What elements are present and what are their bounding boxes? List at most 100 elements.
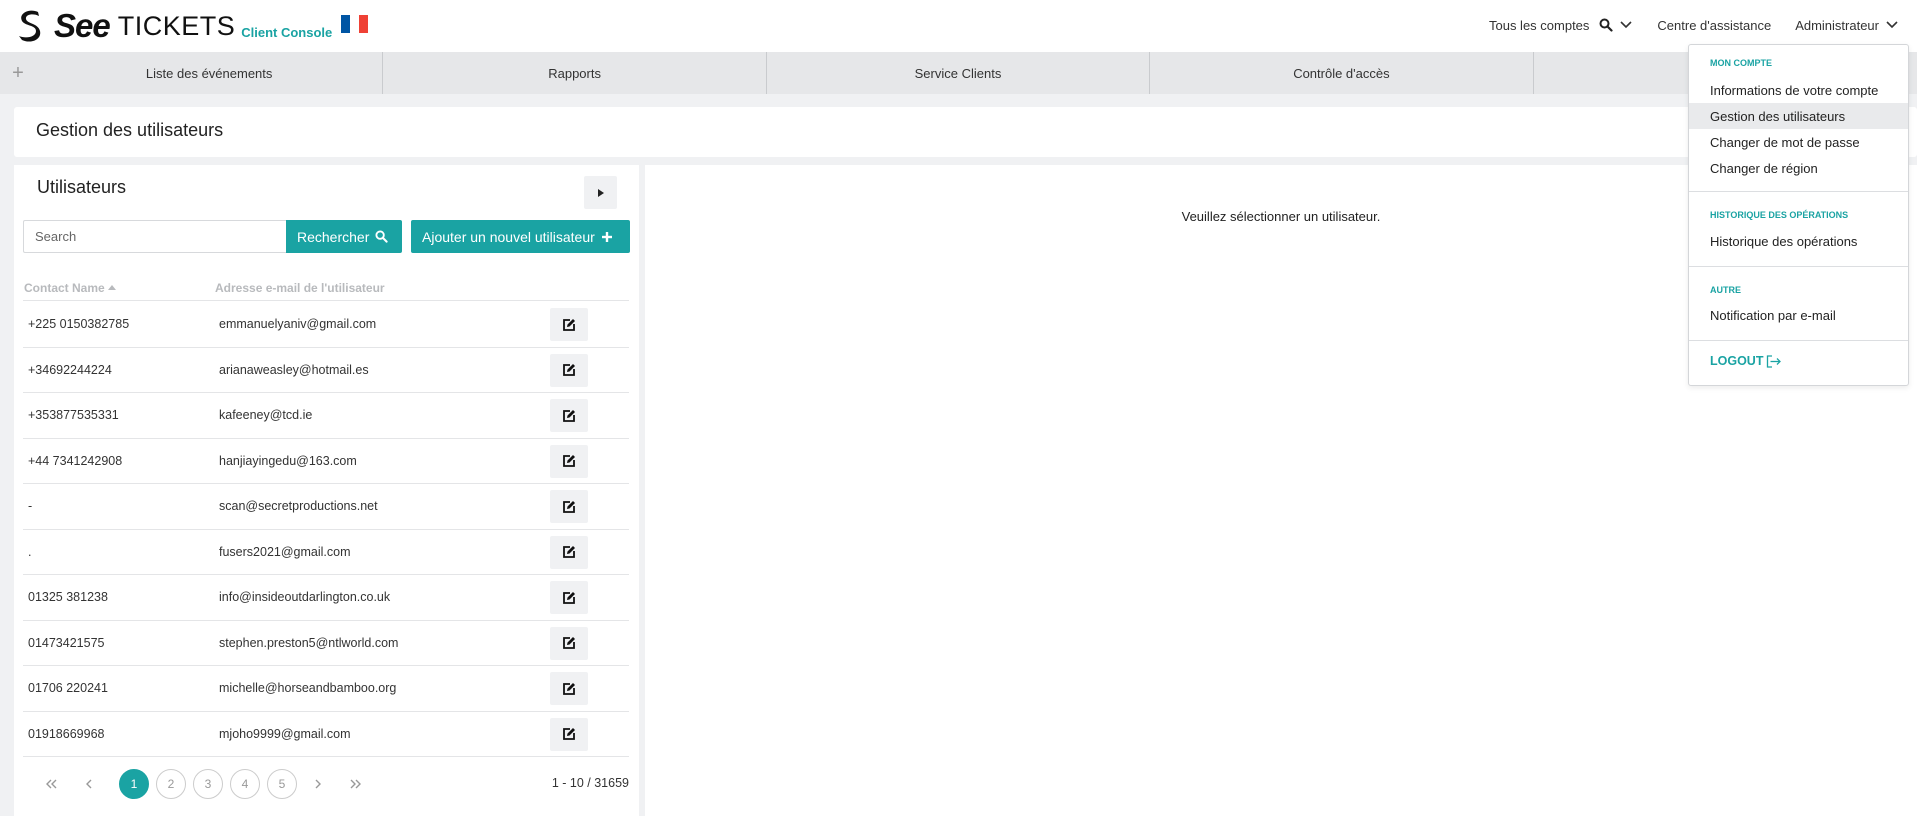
search-button[interactable]: Rechercher (286, 220, 402, 253)
chevron-down-icon[interactable] (1619, 20, 1633, 30)
users-table-body: +225 0150382785 emmanuelyaniv@gmail.com +… (23, 302, 629, 757)
menu-item-operation-history[interactable]: Historique des opérations (1689, 228, 1908, 254)
table-row[interactable]: 01918669968 mjoho9999@gmail.com (23, 712, 629, 757)
search-input[interactable] (23, 220, 286, 253)
tab-reports[interactable]: Rapports (383, 52, 767, 94)
table-row[interactable]: 01473421575 stephen.preston5@ntlworld.com (23, 621, 629, 666)
tab-customer-service[interactable]: Service Clients (767, 52, 1151, 94)
edit-user-button[interactable] (550, 626, 588, 660)
menu-divider (1689, 266, 1908, 267)
add-user-button[interactable]: Ajouter un nouvel utilisateur (411, 220, 630, 253)
edit-user-button[interactable] (550, 353, 588, 387)
page-2-button[interactable]: 2 (156, 769, 186, 799)
page-3-button[interactable]: 3 (193, 769, 223, 799)
row-email: arianaweasley@hotmail.es (219, 362, 369, 377)
chevron-down-icon (1886, 21, 1898, 29)
search-button-label: Rechercher (297, 228, 370, 245)
edit-user-button[interactable] (550, 717, 588, 751)
accounts-label: Tous les comptes (1488, 17, 1590, 33)
sort-asc-icon (107, 285, 116, 290)
table-row[interactable]: +44 7341242908 hanjiayingedu@163.com (23, 439, 629, 484)
row-contact: 01473421575 (28, 635, 105, 650)
row-email: mjoho9999@gmail.com (219, 726, 351, 741)
account-dropdown-menu: MON COMPTE Informations de votre compte … (1688, 44, 1909, 386)
france-flag-icon[interactable] (341, 15, 369, 33)
edit-icon (563, 546, 575, 558)
caret-right-icon (597, 188, 604, 197)
row-email: emmanuelyaniv@gmail.com (219, 317, 377, 331)
pagination: 1 2 3 4 5 1 - 10 / 31659 (23, 766, 629, 802)
edit-user-button[interactable] (550, 444, 588, 478)
row-contact: . (28, 544, 32, 559)
admin-label: Administrateur (1795, 17, 1879, 33)
menu-divider (1689, 191, 1908, 192)
account-selector[interactable]: Tous les comptes (1489, 18, 1633, 33)
plus-icon (601, 231, 612, 242)
page-title-card: Gestion des utilisateurs (14, 107, 1917, 157)
last-page-icon[interactable] (340, 769, 370, 799)
edit-icon (563, 637, 575, 649)
edit-icon (563, 728, 575, 740)
see-tickets-logo[interactable]: See TICKETS Client Console (16, 6, 369, 46)
edit-user-button[interactable] (550, 308, 588, 341)
first-page-icon[interactable] (37, 769, 67, 799)
menu-item-change-region[interactable]: Changer de région (1689, 155, 1908, 181)
edit-icon (563, 364, 575, 376)
row-contact: 01325 381238 (28, 590, 108, 604)
table-row[interactable]: - scan@secretproductions.net (23, 484, 629, 530)
menu-section-history: HISTORIQUE DES OPÉRATIONS (1710, 210, 1849, 220)
menu-divider (1689, 340, 1908, 341)
table-row[interactable]: . fusers2021@gmail.com (23, 530, 629, 575)
admin-menu-toggle[interactable]: Administrateur (1795, 18, 1899, 33)
row-contact: 01706 220241 (28, 681, 108, 695)
menu-item-email-notification[interactable]: Notification par e-mail (1689, 302, 1908, 328)
edit-user-button[interactable] (550, 490, 588, 523)
page-1-button[interactable]: 1 (119, 769, 149, 799)
table-row[interactable]: 01325 381238 info@insideoutdarlington.co.… (23, 575, 629, 621)
email-column-header[interactable]: Adresse e-mail de l'utilisateur (215, 281, 385, 295)
help-center-link[interactable]: Centre d'assistance (1657, 18, 1771, 33)
search-row: Rechercher Ajouter un nouvel utilisateur (23, 220, 630, 253)
next-page-icon[interactable] (303, 769, 333, 799)
tab-access-control[interactable]: Contrôle d'accès (1150, 52, 1534, 94)
users-table-header: Contact Name Adresse e-mail de l'utilisa… (23, 277, 629, 301)
menu-section-other: AUTRE (1710, 285, 1741, 295)
prev-page-icon[interactable] (74, 769, 104, 799)
row-email: scan@secretproductions.net (219, 499, 378, 513)
search-icon (375, 230, 389, 243)
pagination-count: 1 - 10 / 31659 (551, 776, 629, 790)
logo-tickets: TICKETS (117, 10, 236, 41)
table-row[interactable]: +353877535331 kafeeney@tcd.ie (23, 393, 629, 439)
search-icon[interactable] (1599, 18, 1614, 32)
collapse-panel-button[interactable] (584, 176, 617, 209)
edit-icon (563, 455, 575, 467)
row-contact: 01918669968 (28, 726, 105, 741)
row-email: michelle@horseandbamboo.org (219, 681, 397, 695)
row-email: stephen.preston5@ntlworld.com (219, 635, 399, 650)
row-contact: +34692244224 (28, 362, 112, 377)
page-5-button[interactable]: 5 (267, 769, 297, 799)
add-tab-icon[interactable]: + (0, 52, 36, 94)
contact-name-column[interactable]: Contact Name (24, 281, 116, 295)
users-panel-title: Utilisateurs (37, 177, 127, 197)
row-contact: +353877535331 (28, 408, 119, 422)
top-header: See TICKETS Client Console Tous les comp… (0, 0, 1917, 52)
menu-item-account-info[interactable]: Informations de votre compte (1689, 77, 1908, 103)
page-4-button[interactable]: 4 (230, 769, 260, 799)
tab-event-list[interactable]: Liste des événements (36, 52, 384, 94)
contact-name-header: Contact Name (24, 281, 105, 295)
menu-item-change-password[interactable]: Changer de mot de passe (1689, 129, 1908, 155)
edit-user-button[interactable] (550, 535, 588, 569)
edit-user-button[interactable] (550, 399, 588, 432)
edit-icon (563, 500, 575, 513)
logout-link[interactable]: LOGOUT (1710, 354, 1782, 368)
table-row[interactable]: 01706 220241 michelle@horseandbamboo.org (23, 666, 629, 712)
edit-icon (563, 682, 575, 695)
edit-user-button[interactable] (550, 672, 588, 705)
help-center-label: Centre d'assistance (1657, 17, 1772, 33)
table-row[interactable]: +34692244224 arianaweasley@hotmail.es (23, 348, 629, 393)
table-row[interactable]: +225 0150382785 emmanuelyaniv@gmail.com (23, 302, 629, 348)
menu-item-user-management[interactable]: Gestion des utilisateurs (1689, 103, 1908, 129)
edit-user-button[interactable] (550, 581, 588, 614)
edit-icon (563, 318, 575, 331)
